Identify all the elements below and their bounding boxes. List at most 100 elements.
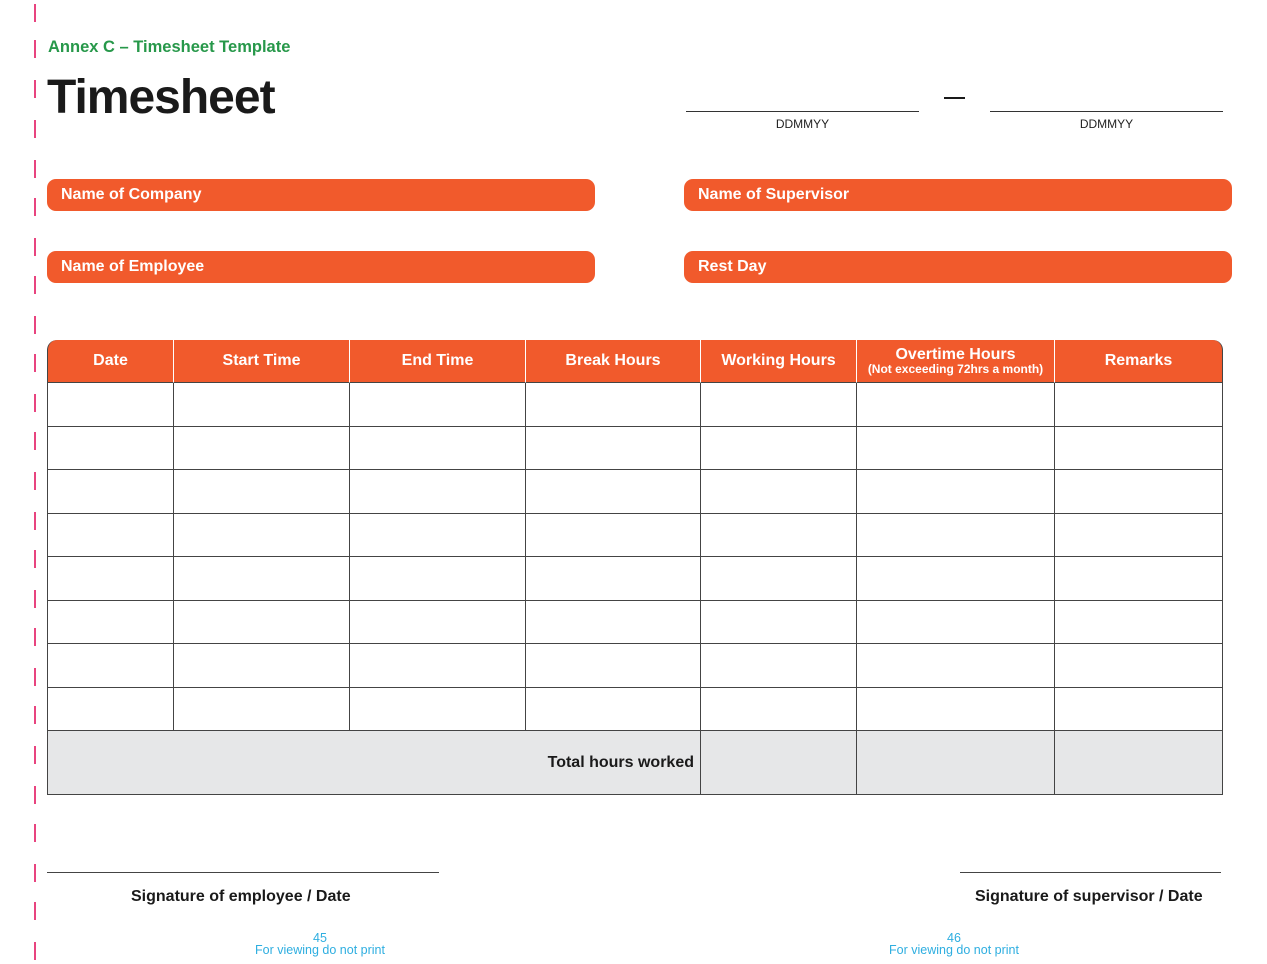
table-row [47, 644, 1223, 688]
overtime-hours-cell[interactable] [857, 470, 1055, 514]
date-cell[interactable] [47, 687, 174, 731]
break-hours-cell[interactable] [526, 470, 701, 514]
end-time-cell[interactable] [350, 557, 526, 601]
overtime-hours-cell[interactable] [857, 557, 1055, 601]
table-row [47, 600, 1223, 644]
start-time-cell[interactable] [174, 687, 350, 731]
table-header-row: Date Start Time End Time Break Hours Wor… [47, 340, 1223, 383]
break-hours-cell[interactable] [526, 513, 701, 557]
employee-signature-label: Signature of employee / Date [131, 888, 351, 905]
start-time-cell[interactable] [174, 557, 350, 601]
overtime-hours-cell[interactable] [857, 687, 1055, 731]
start-time-cell[interactable] [174, 470, 350, 514]
column-header-date: Date [47, 340, 174, 383]
working-hours-cell[interactable] [701, 470, 857, 514]
remarks-cell[interactable] [1055, 383, 1223, 427]
end-time-cell[interactable] [350, 470, 526, 514]
start-time-cell[interactable] [174, 513, 350, 557]
overtime-hours-label: Overtime Hours [895, 346, 1016, 363]
end-date-format: DDMMYY [1079, 117, 1134, 131]
column-header-start-time: Start Time [174, 340, 350, 383]
remarks-cell[interactable] [1055, 470, 1223, 514]
remarks-cell[interactable] [1055, 687, 1223, 731]
column-header-overtime-hours: Overtime Hours (Not exceeding 72hrs a mo… [857, 340, 1055, 383]
column-header-break-hours: Break Hours [526, 340, 701, 383]
break-hours-cell[interactable] [526, 687, 701, 731]
date-cell[interactable] [47, 470, 174, 514]
end-time-cell[interactable] [350, 687, 526, 731]
remarks-cell[interactable] [1055, 426, 1223, 470]
end-time-cell[interactable] [350, 644, 526, 688]
overtime-limit-note: (Not exceeding 72hrs a month) [867, 362, 1044, 376]
supervisor-signature-label: Signature of supervisor / Date [975, 888, 1203, 905]
overtime-hours-cell[interactable] [857, 600, 1055, 644]
date-cell[interactable] [47, 513, 174, 557]
end-time-cell[interactable] [350, 383, 526, 427]
start-time-cell[interactable] [174, 644, 350, 688]
annex-label: Annex C – Timesheet Template [48, 38, 291, 56]
total-remarks-cell[interactable] [1055, 731, 1223, 795]
supervisor-name-field[interactable]: Name of Supervisor [684, 179, 1232, 211]
working-hours-cell[interactable] [701, 383, 857, 427]
overtime-hours-cell[interactable] [857, 383, 1055, 427]
remarks-cell[interactable] [1055, 513, 1223, 557]
table-row [47, 426, 1223, 470]
print-notice-right: For viewing do not print [889, 943, 1019, 957]
table-row [47, 470, 1223, 514]
remarks-cell[interactable] [1055, 600, 1223, 644]
table-row [47, 513, 1223, 557]
date-cell[interactable] [47, 644, 174, 688]
rest-day-field[interactable]: Rest Day [684, 251, 1232, 283]
total-hours-label: Total hours worked [47, 731, 701, 795]
timesheet-table: Date Start Time End Time Break Hours Wor… [47, 340, 1223, 795]
start-time-cell[interactable] [174, 383, 350, 427]
employee-name-field[interactable]: Name of Employee [47, 251, 595, 283]
remarks-cell[interactable] [1055, 557, 1223, 601]
working-hours-cell[interactable] [701, 557, 857, 601]
break-hours-cell[interactable] [526, 644, 701, 688]
break-hours-cell[interactable] [526, 426, 701, 470]
column-header-working-hours: Working Hours [701, 340, 857, 383]
working-hours-cell[interactable] [701, 513, 857, 557]
date-cell[interactable] [47, 557, 174, 601]
supervisor-signature-line[interactable] [960, 872, 1221, 873]
start-date-format: DDMMYY [775, 117, 830, 131]
table-row [47, 687, 1223, 731]
total-row: Total hours worked [47, 731, 1223, 795]
end-date-field[interactable] [990, 111, 1223, 112]
company-name-field[interactable]: Name of Company [47, 179, 595, 211]
table-row [47, 383, 1223, 427]
remarks-cell[interactable] [1055, 644, 1223, 688]
end-time-cell[interactable] [350, 513, 526, 557]
total-working-hours-cell[interactable] [701, 731, 857, 795]
end-time-cell[interactable] [350, 426, 526, 470]
date-cell[interactable] [47, 426, 174, 470]
working-hours-cell[interactable] [701, 426, 857, 470]
break-hours-cell[interactable] [526, 383, 701, 427]
page-title: Timesheet [47, 71, 276, 124]
working-hours-cell[interactable] [701, 644, 857, 688]
overtime-hours-cell[interactable] [857, 426, 1055, 470]
break-hours-cell[interactable] [526, 557, 701, 601]
date-range-dash [944, 97, 965, 99]
start-date-field[interactable] [686, 111, 919, 112]
table-row [47, 557, 1223, 601]
start-time-cell[interactable] [174, 426, 350, 470]
footer-right: 46 For viewing do not print [854, 932, 1054, 957]
overtime-hours-cell[interactable] [857, 513, 1055, 557]
date-cell[interactable] [47, 600, 174, 644]
employee-signature-line[interactable] [47, 872, 439, 873]
print-notice-left: For viewing do not print [255, 943, 385, 957]
overtime-hours-cell[interactable] [857, 644, 1055, 688]
date-cell[interactable] [47, 383, 174, 427]
working-hours-cell[interactable] [701, 600, 857, 644]
column-header-end-time: End Time [350, 340, 526, 383]
end-time-cell[interactable] [350, 600, 526, 644]
margin-marks [34, 0, 36, 964]
footer-left: 45 For viewing do not print [220, 932, 420, 957]
break-hours-cell[interactable] [526, 600, 701, 644]
column-header-remarks: Remarks [1055, 340, 1223, 383]
start-time-cell[interactable] [174, 600, 350, 644]
total-overtime-hours-cell[interactable] [857, 731, 1055, 795]
working-hours-cell[interactable] [701, 687, 857, 731]
